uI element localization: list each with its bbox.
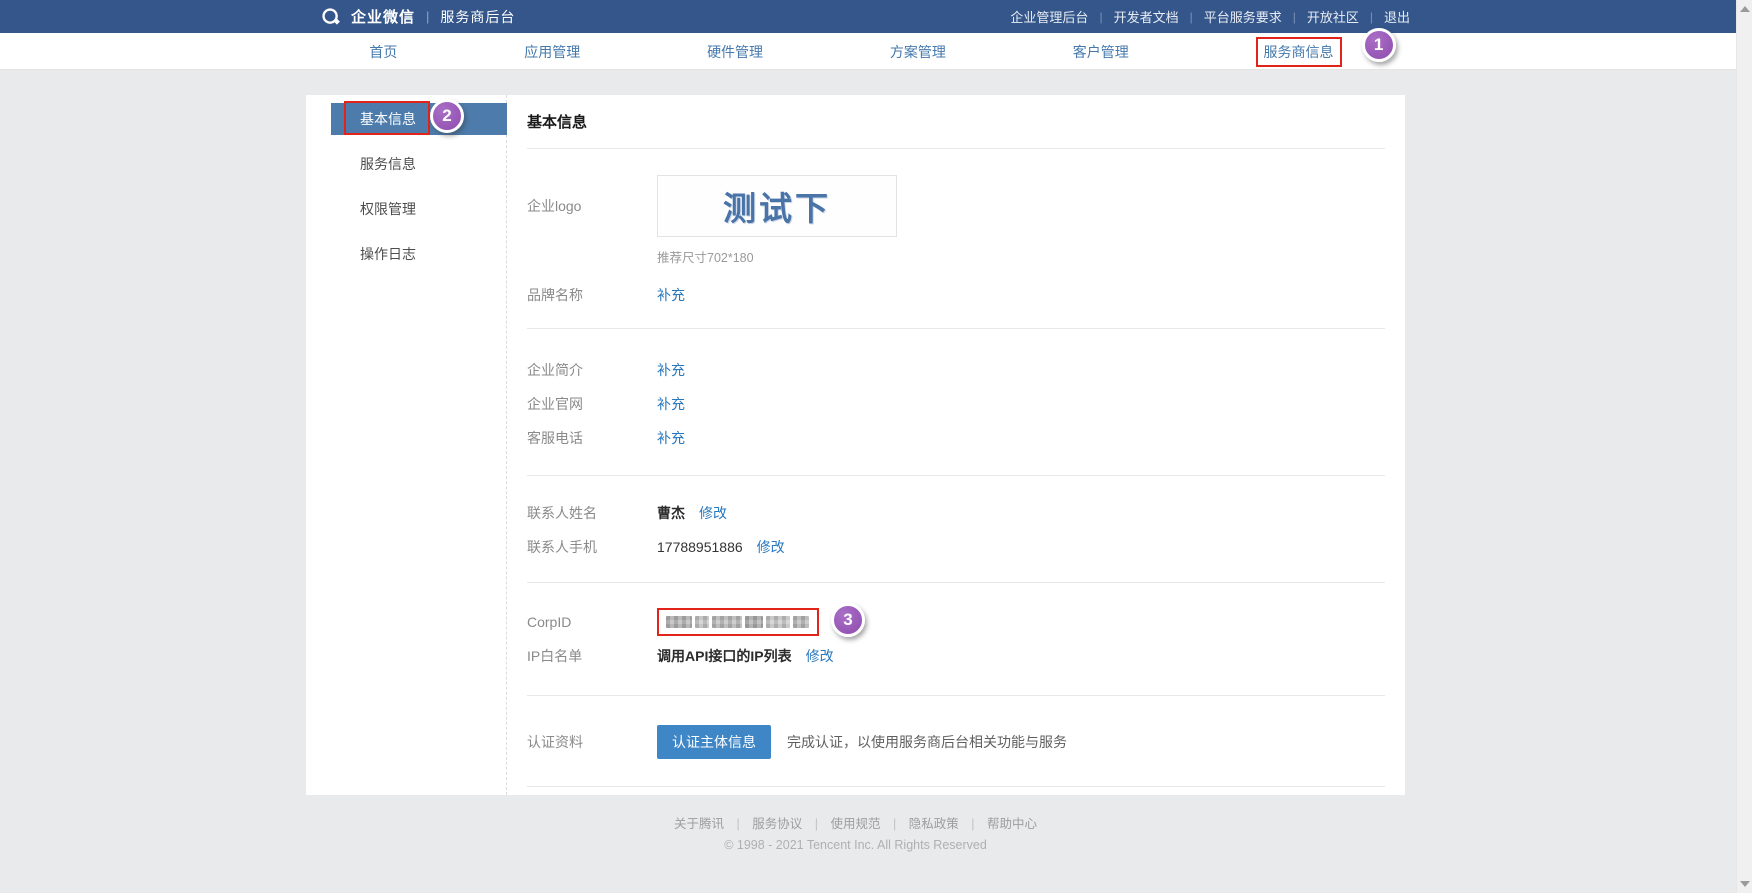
logo-size-hint: 推荐尺寸702*180: [657, 247, 1385, 266]
company-logo-image[interactable]: 测试下: [657, 175, 897, 237]
vertical-scrollbar[interactable]: [1736, 0, 1752, 893]
topbar-brand-group: 企业微信 | 服务商后台: [320, 6, 515, 27]
field-label: 企业官网: [527, 394, 657, 414]
supplement-link[interactable]: 补充: [657, 428, 685, 448]
certification-description: 完成认证，以使用服务商后台相关功能与服务: [787, 732, 1067, 752]
field-label: 企业logo: [527, 196, 657, 216]
modify-link[interactable]: 修改: [757, 537, 785, 557]
field-row-contact-name: 联系人姓名 曹杰 修改: [527, 496, 1385, 530]
nav-items: 首页 应用管理 硬件管理 方案管理 客户管理 服务商信息 1: [306, 33, 1405, 70]
supplement-link[interactable]: 补充: [657, 394, 685, 414]
footer-separator: |: [815, 817, 818, 831]
field-label: 品牌名称: [527, 285, 657, 305]
field-row-brand-name: 品牌名称 补充: [527, 278, 1385, 312]
company-logo-text: 测试下: [723, 182, 831, 230]
section-logo: 企业logo 测试下 推荐尺寸702*180 品牌名称 补充: [527, 175, 1385, 328]
field-label: IP白名单: [527, 646, 657, 666]
topbar: 企业微信 | 服务商后台 企业管理后台 | 开发者文档 | 平台服务要求 | 开…: [0, 0, 1736, 33]
footer-links: 关于腾讯 | 服务协议 | 使用规范 | 隐私政策 | 帮助中心: [306, 813, 1405, 832]
brand-title: 企业微信: [351, 6, 415, 27]
field-row-service-phone: 客服电话 补充: [527, 421, 1385, 455]
topbar-link-separator: |: [1370, 10, 1373, 24]
topbar-link-separator: |: [1190, 10, 1193, 24]
ip-whitelist-value: 调用API接口的IP列表: [657, 646, 792, 666]
corpid-masked-value: 3: [657, 608, 819, 636]
field-label: 客服电话: [527, 428, 657, 448]
topbar-link-platform-requirements[interactable]: 平台服务要求: [1204, 7, 1282, 26]
footer: 关于腾讯 | 服务协议 | 使用规范 | 隐私政策 | 帮助中心 © 1998 …: [306, 813, 1405, 852]
topbar-link-open-community[interactable]: 开放社区: [1307, 7, 1359, 26]
tab-service-provider-info[interactable]: 服务商信息 1: [1256, 37, 1342, 67]
topbar-link-logout[interactable]: 退出: [1384, 7, 1410, 26]
field-row-company-logo: 企业logo 测试下: [527, 175, 1385, 237]
sidebar-item-permission-management[interactable]: 权限管理: [306, 193, 506, 225]
main-navbar: 首页 应用管理 硬件管理 方案管理 客户管理 服务商信息 1: [0, 33, 1736, 70]
annotation-step-2-badge: 2: [430, 99, 464, 133]
supplement-link[interactable]: 补充: [657, 360, 685, 380]
divider: [527, 148, 1385, 149]
section-contact: 联系人姓名 曹杰 修改 联系人手机 17788951886 修改: [527, 476, 1385, 582]
tab-label: 服务商信息: [1264, 44, 1334, 60]
content-card: 基本信息 2 服务信息 权限管理 操作日志 基本信息 企业logo 测试下 推荐…: [306, 95, 1405, 795]
footer-link-service-agreement[interactable]: 服务协议: [752, 817, 802, 831]
certify-subject-info-button[interactable]: 认证主体信息: [657, 725, 771, 759]
footer-link-privacy-policy[interactable]: 隐私政策: [909, 817, 959, 831]
portal-title: 服务商后台: [440, 7, 515, 27]
field-row-contact-mobile: 联系人手机 17788951886 修改: [527, 530, 1385, 564]
basic-info-panel: 基本信息 企业logo 测试下 推荐尺寸702*180 品牌名称 补充 企业简介: [507, 95, 1405, 795]
topbar-link-developer-docs[interactable]: 开发者文档: [1114, 7, 1179, 26]
sidebar-item-operation-log[interactable]: 操作日志: [306, 238, 506, 270]
scroll-up-arrow-icon[interactable]: [1740, 6, 1750, 12]
tab-home[interactable]: 首页: [369, 42, 397, 62]
field-label: 认证资料: [527, 732, 657, 752]
field-row-certification: 认证资料 认证主体信息 完成认证，以使用服务商后台相关功能与服务: [527, 718, 1385, 766]
supplement-link[interactable]: 补充: [657, 285, 685, 305]
modify-link[interactable]: 修改: [806, 646, 834, 666]
modify-link[interactable]: 修改: [699, 503, 727, 523]
field-label: 联系人手机: [527, 537, 657, 557]
sidebar-item-basic-info[interactable]: 基本信息 2: [331, 103, 507, 135]
footer-link-usage-rules[interactable]: 使用规范: [830, 817, 880, 831]
tab-app-management[interactable]: 应用管理: [524, 42, 580, 62]
annotation-step-1-badge: 1: [1362, 28, 1396, 62]
topbar-link-enterprise-admin[interactable]: 企业管理后台: [1010, 7, 1088, 26]
scroll-down-arrow-icon[interactable]: [1740, 881, 1750, 887]
sidebar-item-service-info[interactable]: 服务信息: [306, 148, 506, 180]
footer-separator: |: [971, 817, 974, 831]
topbar-links: 企业管理后台 | 开发者文档 | 平台服务要求 | 开放社区 | 退出: [1010, 7, 1410, 26]
brand-separator: |: [426, 9, 429, 24]
field-row-corpid: CorpID 3: [527, 605, 1385, 639]
divider: [527, 786, 1385, 787]
field-label: 企业简介: [527, 360, 657, 380]
contact-mobile-value: 17788951886: [657, 539, 743, 555]
tab-solution-management[interactable]: 方案管理: [890, 42, 946, 62]
tab-hardware-management[interactable]: 硬件管理: [707, 42, 763, 62]
field-row-company-intro: 企业简介 补充: [527, 353, 1385, 387]
sidebar-item-label: 基本信息: [360, 111, 416, 127]
footer-separator: |: [893, 817, 896, 831]
section-corp: CorpID 3 IP白名单 调用API接口的IP列表 修改: [527, 583, 1385, 695]
sidebar-menu: 基本信息 2 服务信息 权限管理 操作日志: [306, 95, 507, 795]
topbar-link-separator: |: [1293, 10, 1296, 24]
section-company-details: 企业简介 补充 企业官网 补充 客服电话 补充: [527, 329, 1385, 475]
copyright-text: © 1998 - 2021 Tencent Inc. All Rights Re…: [306, 838, 1405, 852]
footer-separator: |: [737, 817, 740, 831]
footer-link-about-tencent[interactable]: 关于腾讯: [674, 817, 724, 831]
annotation-step-3-badge: 3: [831, 603, 865, 637]
topbar-link-separator: |: [1099, 10, 1102, 24]
footer-link-help-center[interactable]: 帮助中心: [987, 817, 1037, 831]
page-title: 基本信息: [527, 111, 1385, 132]
wechat-work-logo-icon: [320, 7, 342, 27]
field-row-company-site: 企业官网 补充: [527, 387, 1385, 421]
field-label: 联系人姓名: [527, 503, 657, 523]
section-certification: 认证资料 认证主体信息 完成认证，以使用服务商后台相关功能与服务: [527, 696, 1385, 786]
annotation-red-box-1: 服务商信息: [1256, 37, 1342, 67]
field-label: CorpID: [527, 614, 657, 630]
tab-customer-management[interactable]: 客户管理: [1073, 42, 1129, 62]
field-row-ip-whitelist: IP白名单 调用API接口的IP列表 修改: [527, 639, 1385, 673]
contact-name-value: 曹杰: [657, 503, 685, 523]
